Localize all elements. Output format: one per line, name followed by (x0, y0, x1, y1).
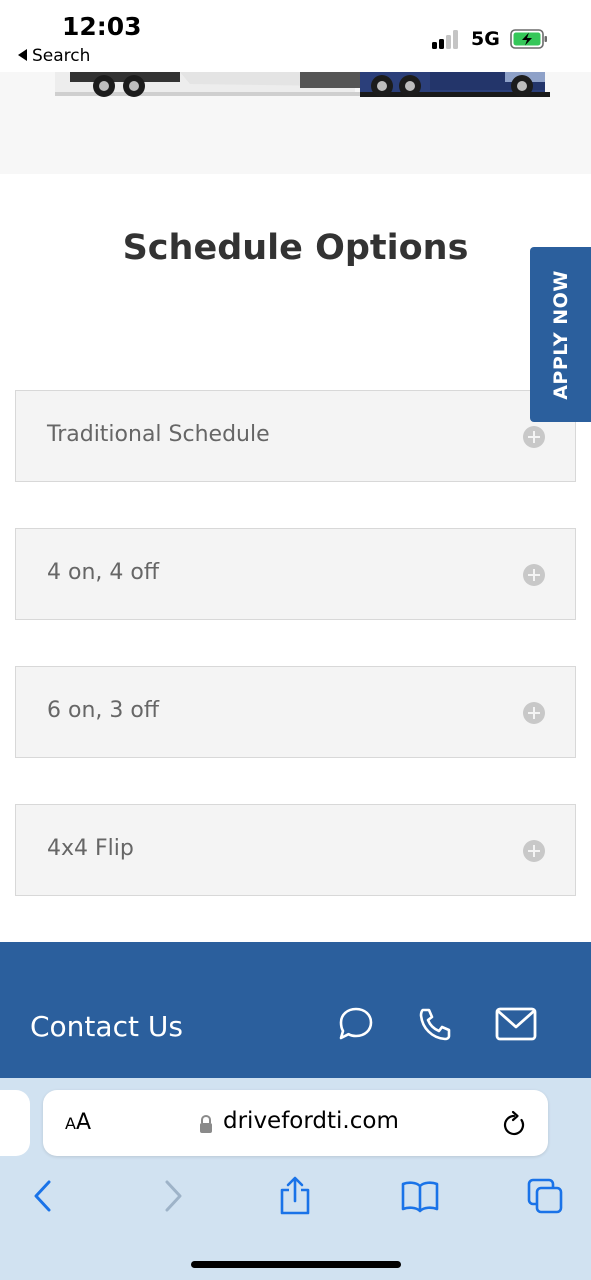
accordion-traditional-schedule[interactable]: Traditional Schedule (15, 390, 576, 482)
section-title: Schedule Options (122, 228, 469, 268)
status-time: 12:03 (62, 12, 142, 41)
lock-icon (200, 1114, 212, 1133)
accordion-6-on-3-off[interactable]: 6 on, 3 off (15, 666, 576, 758)
back-icon[interactable] (24, 1176, 64, 1216)
tabs-icon[interactable] (525, 1176, 565, 1216)
home-indicator (191, 1261, 401, 1268)
accordion-label: Traditional Schedule (47, 422, 270, 447)
plus-circle-icon (523, 564, 545, 586)
accordion-label: 4x4 Flip (47, 836, 134, 861)
back-search-label: Search (32, 46, 91, 66)
aa-big: A (75, 1110, 92, 1135)
apply-now-button[interactable]: APPLY NOW (530, 247, 591, 422)
email-icon[interactable] (494, 1004, 538, 1044)
status-bar: 12:03 Search 5G (0, 0, 591, 72)
hero-truck-image (0, 72, 591, 174)
aa-small: A (65, 1114, 76, 1133)
plus-circle-icon (523, 426, 545, 448)
accordion-label: 4 on, 4 off (47, 560, 159, 585)
address-bar[interactable]: AA drivefordti.com (43, 1090, 548, 1156)
previous-tab-preview[interactable] (0, 1090, 30, 1156)
apply-now-label: APPLY NOW (549, 269, 572, 400)
network-type: 5G (471, 28, 500, 50)
back-to-search-link[interactable]: Search (18, 46, 90, 66)
back-triangle-icon (18, 49, 27, 61)
accordion-4x4-flip[interactable]: 4x4 Flip (15, 804, 576, 896)
semi-truck-image (0, 72, 591, 174)
reader-text-size-button[interactable]: AA (65, 1110, 91, 1135)
forward-icon[interactable] (152, 1176, 192, 1216)
contact-footer: Contact Us (0, 942, 591, 1080)
chat-bubble-icon[interactable] (334, 1004, 378, 1044)
accordion-label: 6 on, 3 off (47, 698, 159, 723)
contact-title: Contact Us (30, 1010, 183, 1043)
cellular-signal-icon (432, 30, 462, 49)
phone-icon[interactable] (414, 1004, 458, 1044)
browser-chrome: AA drivefordti.com (0, 1078, 591, 1280)
plus-circle-icon (523, 702, 545, 724)
battery-charging-icon (510, 29, 547, 49)
plus-circle-icon (523, 840, 545, 862)
reload-icon[interactable] (501, 1110, 527, 1138)
accordion-4-on-4-off[interactable]: 4 on, 4 off (15, 528, 576, 620)
share-icon[interactable] (275, 1176, 315, 1216)
bookmarks-icon[interactable] (400, 1176, 440, 1216)
url-text: drivefordti.com (223, 1108, 399, 1134)
